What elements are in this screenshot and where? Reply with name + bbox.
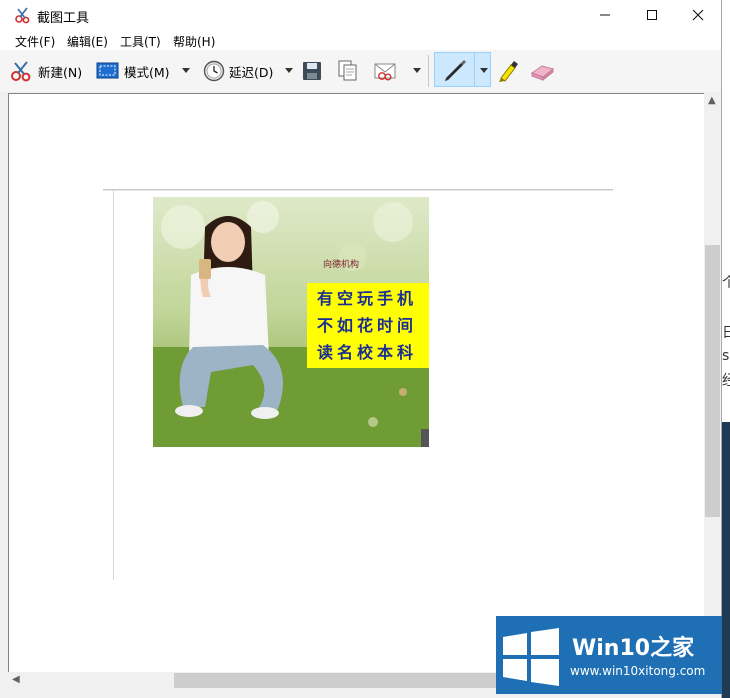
save-icon xyxy=(303,62,321,80)
site-watermark: Win10之家 www.win10xitong.com xyxy=(496,616,722,694)
background-text: s xyxy=(722,348,730,364)
ad-slogan-box: 有空玩手机 不如花时间 读名校本科 xyxy=(307,283,429,368)
windows-logo-icon xyxy=(503,628,559,686)
save-button[interactable] xyxy=(302,56,322,86)
background-text: 个 xyxy=(722,275,730,291)
delay-button[interactable]: 延迟(D) xyxy=(203,56,273,86)
vertical-scroll-thumb[interactable] xyxy=(705,245,720,517)
vertical-scrollbar[interactable]: ▲ xyxy=(704,93,721,672)
watermark-brand: Win10之家 xyxy=(572,636,695,661)
menu-file[interactable]: 文件(F) xyxy=(15,33,55,50)
pen-dropdown-caret[interactable] xyxy=(480,68,488,73)
horizontal-scroll-thumb[interactable] xyxy=(174,673,514,688)
copy-button[interactable] xyxy=(337,56,359,86)
send-email-button[interactable] xyxy=(373,56,399,86)
scroll-left-arrow-icon[interactable]: ◀ xyxy=(12,674,20,685)
toolbar-separator xyxy=(428,55,429,87)
mode-button[interactable]: 模式(M) xyxy=(96,56,170,86)
menu-edit[interactable]: 编辑(E) xyxy=(67,33,108,50)
eraser-button[interactable] xyxy=(529,56,555,86)
pen-icon xyxy=(445,60,466,81)
scissors-icon xyxy=(15,7,30,24)
pen-tool-selected[interactable] xyxy=(434,52,491,87)
window-title: 截图工具 xyxy=(37,11,90,26)
captured-ad-image: 向德机构 有空玩手机 不如花时间 读名校本科 xyxy=(153,197,429,447)
rectangle-icon xyxy=(96,62,119,79)
background-dark-panel xyxy=(722,422,730,698)
menu-help[interactable]: 帮助(H) xyxy=(173,33,215,50)
pen-split-divider xyxy=(474,53,475,86)
minimize-button[interactable] xyxy=(582,0,628,30)
watermark-url: www.win10xitong.com xyxy=(570,664,706,678)
send-email-dropdown-caret[interactable] xyxy=(413,68,421,73)
maximize-button[interactable] xyxy=(629,0,675,30)
menu-tools[interactable]: 工具(T) xyxy=(120,33,161,50)
scroll-up-arrow-icon[interactable]: ▲ xyxy=(708,95,716,106)
mode-dropdown-caret[interactable] xyxy=(182,68,190,73)
snipping-tool-window: 截图工具 文件(F) 编辑(E) 工具(T) 帮助(H) 新建(N) 模式(M)… xyxy=(0,0,722,698)
background-text: 日 xyxy=(722,325,730,341)
ad-slogan-line: 读名校本科 xyxy=(317,343,418,362)
ad-slogan-line: 有空玩手机 xyxy=(317,289,418,308)
new-button[interactable]: 新建(N) xyxy=(10,56,82,86)
background-text: 经 xyxy=(722,373,730,389)
ad-slogan-line: 不如花时间 xyxy=(317,316,418,335)
eraser-icon xyxy=(530,65,555,82)
delay-button-label: 延迟(D) xyxy=(229,64,274,80)
title-bar[interactable]: 截图工具 xyxy=(0,0,721,30)
menu-bar: 文件(F) 编辑(E) 工具(T) 帮助(H) xyxy=(0,30,721,50)
background-window-edge: 个 日 s 经 s xyxy=(722,0,730,698)
copy-icon xyxy=(338,60,357,81)
close-icon xyxy=(692,9,704,21)
minimize-icon xyxy=(600,14,610,16)
close-button[interactable] xyxy=(675,0,721,30)
page-margin-line xyxy=(113,190,114,580)
highlighter-icon xyxy=(499,61,518,82)
highlighter-button[interactable] xyxy=(496,56,520,86)
page-edge-line xyxy=(103,190,613,191)
snip-canvas[interactable]: 向德机构 有空玩手机 不如花时间 读名校本科 xyxy=(8,93,704,672)
clock-icon xyxy=(203,60,225,82)
ad-brand-logo: 向德机构 xyxy=(323,260,360,270)
delay-dropdown-caret[interactable] xyxy=(285,68,293,73)
send-email-icon xyxy=(374,63,396,81)
scissors-icon xyxy=(11,61,31,82)
maximize-icon xyxy=(647,10,657,20)
new-button-label: 新建(N) xyxy=(38,64,83,80)
mode-button-label: 模式(M) xyxy=(124,64,170,80)
